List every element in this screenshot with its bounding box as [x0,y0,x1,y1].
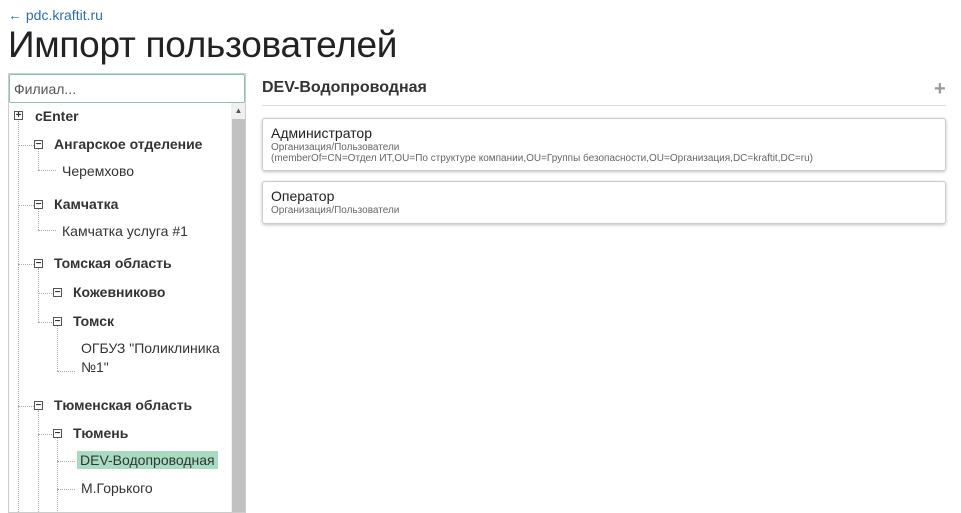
plus-icon[interactable]: + [934,79,946,99]
tree-node-tomsk-region[interactable]: Томская область [54,254,172,272]
tree-node-root[interactable]: cEnter [35,107,79,125]
tree-scrollbar[interactable]: ▲ [231,103,245,512]
collapse-icon[interactable]: − [34,140,43,150]
collapse-icon[interactable]: − [34,401,43,411]
collapse-icon[interactable]: − [53,288,62,298]
tree-node-gorky[interactable]: М.Горького [81,479,153,497]
scroll-up-icon[interactable]: ▲ [231,103,245,118]
tree-node-kozhevnikovo[interactable]: Кожевниково [73,283,165,301]
expand-icon[interactable]: + [14,111,23,121]
tree-node-tyumen[interactable]: Тюмень [73,424,128,442]
tree-node-tomsk[interactable]: Томск [73,312,114,330]
card-title: Администратор [271,125,373,141]
section-title: DEV-Водопроводная [262,79,427,96]
card-path: Организация/Пользователи [271,205,400,216]
import-rule-card[interactable]: Оператор Организация/Пользователи [262,181,946,224]
tree-node-kamchatka[interactable]: Камчатка [54,195,118,213]
back-link[interactable]: ← pdc.kraftit.ru [8,7,103,23]
tree-node-angarsk[interactable]: Ангарское отделение [54,135,202,153]
page-title: Импорт пользователей [8,24,398,65]
card-path: Организация/Пользователи [271,142,400,153]
branch-sidebar: + cEnter − Ангарское отделение Черемхово… [8,73,246,513]
tree-node-dev[interactable]: DEV-Водопроводная [77,451,218,469]
scroll-thumb[interactable] [232,119,245,512]
card-title: Оператор [271,188,335,204]
tree-node-clinic-line2[interactable]: №1" [81,358,109,376]
branch-tree: + cEnter − Ангарское отделение Черемхово… [9,103,230,512]
tree-node-cheremkhovo[interactable]: Черемхово [62,162,134,180]
tree-node-clinic[interactable]: ОГБУЗ "Поликлиника [81,339,220,357]
tree-node-kamchatka-service[interactable]: Камчатка услуга #1 [62,222,188,240]
card-filter: (memberOf=CN=Отдел ИТ,OU=По структуре ко… [271,153,813,164]
branch-filter-input[interactable] [9,74,245,103]
tree-node-tyumen-region[interactable]: Тюменская область [54,396,192,414]
collapse-icon[interactable]: − [34,200,43,210]
collapse-icon[interactable]: − [53,429,62,439]
collapse-icon[interactable]: − [53,317,62,327]
divider [262,105,946,106]
import-rule-card[interactable]: Администратор Организация/Пользователи (… [262,118,946,171]
collapse-icon[interactable]: − [34,259,43,269]
